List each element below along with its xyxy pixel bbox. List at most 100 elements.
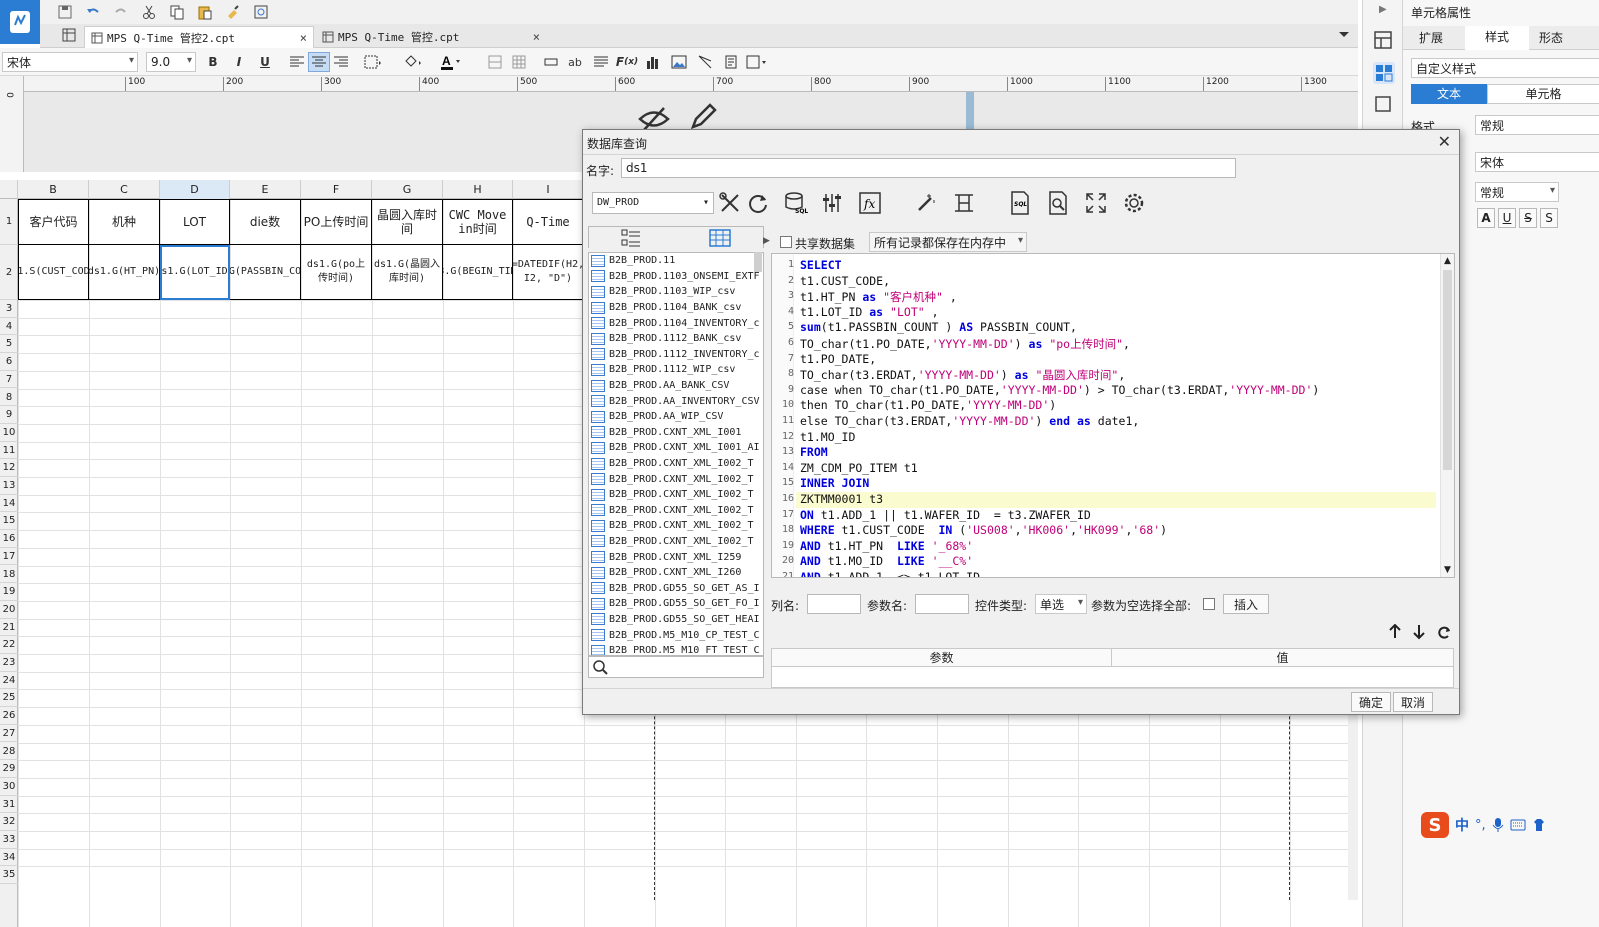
strike-style-button[interactable]: S <box>1519 208 1537 228</box>
align-center-button[interactable] <box>308 52 330 72</box>
table-list-item[interactable]: B2B_PROD.1104_BANK_csv <box>589 300 763 316</box>
ime-skin-icon[interactable] <box>1532 818 1546 832</box>
widget-icon[interactable] <box>1373 94 1393 114</box>
list-button[interactable] <box>590 52 612 72</box>
row-header-cell[interactable]: 17 <box>0 548 18 566</box>
row-header-cell[interactable]: 9 <box>0 406 18 424</box>
param-column-header[interactable]: 参数 <box>772 649 1112 667</box>
row-header-cell[interactable]: 22 <box>0 636 18 654</box>
control-type-select[interactable]: 单选 ▾ <box>1035 594 1087 614</box>
edit-connection-button[interactable] <box>717 190 743 216</box>
share-checkbox[interactable] <box>780 236 792 248</box>
column-header-cell[interactable]: G <box>372 180 443 199</box>
row-header-cell[interactable]: 26 <box>0 707 18 725</box>
table-search[interactable] <box>588 656 764 678</box>
column-header-cell[interactable]: B <box>18 180 89 199</box>
insert-button[interactable]: 插入 <box>1223 594 1269 614</box>
row-header-cell[interactable]: 4 <box>0 318 18 336</box>
grid-view-icon[interactable] <box>62 28 76 42</box>
table-list-item[interactable]: B2B_PROD.CXNT_XML_I002_T <box>589 503 763 519</box>
tab-file-2[interactable]: MPS Q-Time 管控.cpt × <box>316 26 546 48</box>
formula-button[interactable]: F (x) <box>616 52 638 72</box>
bold-button[interactable]: B <box>202 52 224 72</box>
column-header-cell[interactable]: D <box>160 180 230 199</box>
settings-sliders-button[interactable] <box>819 190 845 216</box>
format-select[interactable]: 常规 <box>1475 115 1599 135</box>
sub-report-button[interactable] <box>720 52 742 72</box>
app-logo[interactable] <box>0 0 40 44</box>
connection-select[interactable]: DW_PROD ▾ <box>592 192 714 214</box>
sql-scrollbar[interactable]: ▲ ▼ <box>1440 254 1454 577</box>
font-color-button[interactable]: A <box>440 52 462 72</box>
table-list-item[interactable]: B2B_PROD.M5_M10_CP_TEST_C <box>589 627 763 643</box>
keyboard-icon[interactable] <box>1510 819 1526 831</box>
tab-close-2[interactable]: × <box>533 30 540 44</box>
scroll-down-icon[interactable]: ▼ <box>1444 565 1451 575</box>
table-list-item[interactable]: B2B_PROD.CXNT_XML_I002_T <box>589 456 763 472</box>
name-field[interactable]: ds1 <box>621 158 1236 178</box>
column-header-cell[interactable]: I <box>513 180 584 199</box>
edit-pencil-icon[interactable] <box>688 102 718 132</box>
table-list-item[interactable]: B2B_PROD.1112_BANK_csv <box>589 331 763 347</box>
table-view-icon[interactable] <box>709 228 731 248</box>
list-scroll-thumb[interactable] <box>754 252 762 272</box>
row-header-cell[interactable]: 28 <box>0 743 18 761</box>
header-cell[interactable]: LOT <box>160 199 230 245</box>
tab-close-1[interactable]: × <box>300 31 307 45</box>
table-list-item[interactable]: B2B_PROD.CXNT_XML_I002_T <box>589 487 763 503</box>
column-button[interactable] <box>951 190 977 216</box>
italic-button[interactable]: I <box>228 52 250 72</box>
preview-icon[interactable] <box>250 2 272 22</box>
align-right-button[interactable] <box>330 52 352 72</box>
table-list-item[interactable]: B2B_PROD.CXNT_XML_I002_T <box>589 518 763 534</box>
table-list-item[interactable]: B2B_PROD.1112_WIP_csv <box>589 362 763 378</box>
underline-button[interactable]: U <box>254 52 276 72</box>
row-header-cell[interactable]: 25 <box>0 689 18 708</box>
save-icon[interactable] <box>54 2 76 22</box>
table-list-item[interactable]: B2B_PROD.CXNT_XML_I002_T <box>589 471 763 487</box>
row-header-cell[interactable]: 3 <box>0 300 18 318</box>
cut-icon[interactable] <box>138 2 160 22</box>
function-button[interactable]: fx <box>857 190 883 216</box>
subtab-cell[interactable]: 单元格 <box>1487 84 1599 104</box>
image-button[interactable] <box>668 52 690 72</box>
data-cell[interactable]: ds1.G(晶圆入库时间) <box>372 245 443 300</box>
row-header-cell[interactable]: 33 <box>0 831 18 849</box>
expand-button[interactable] <box>1083 190 1109 216</box>
slash-button[interactable] <box>694 52 716 72</box>
list-view-icon[interactable] <box>621 228 641 248</box>
ok-button[interactable]: 确定 <box>1351 692 1391 712</box>
row-header-cell[interactable]: 13 <box>0 477 18 495</box>
undo-icon[interactable] <box>82 2 104 22</box>
col-name-field[interactable] <box>807 594 861 614</box>
font-select[interactable]: 宋体 <box>1475 152 1599 172</box>
row-header-cell[interactable]: 14 <box>0 495 18 513</box>
style-select[interactable]: 自定义样式 <box>1411 58 1599 78</box>
column-header-cell[interactable]: E <box>230 180 301 199</box>
row-header-cell[interactable]: 16 <box>0 530 18 548</box>
empty-select-checkbox[interactable] <box>1203 598 1215 610</box>
table-list-item[interactable]: B2B_PROD.M5_M10_FT_TEST_C <box>589 643 763 655</box>
align-left-button[interactable] <box>286 52 308 72</box>
select-all-corner[interactable] <box>0 180 18 199</box>
header-cell[interactable]: Q-Time <box>513 199 584 245</box>
row-header-cell[interactable]: 19 <box>0 583 18 601</box>
arrow-up-icon[interactable] <box>1389 624 1401 640</box>
ime-lang[interactable]: 中 <box>1455 815 1469 835</box>
row-header-cell[interactable]: 24 <box>0 672 18 690</box>
data-cell[interactable]: ds1.G(HT_PN) <box>89 245 160 300</box>
frame-button[interactable] <box>746 52 768 72</box>
data-cell[interactable]: ds1.S(CUST_CODE) <box>18 245 89 300</box>
merge-button[interactable] <box>484 52 506 72</box>
row-header-cell[interactable]: 2 <box>0 245 18 300</box>
data-cell[interactable]: ds3.G(BEGIN_TIME) <box>443 245 513 300</box>
row-header-cell[interactable]: 1 <box>0 199 18 245</box>
header-cell[interactable]: die数 <box>230 199 301 245</box>
row-header-cell[interactable]: 11 <box>0 442 18 460</box>
tab-form[interactable]: 形态 <box>1539 29 1563 46</box>
magic-button[interactable] <box>913 190 939 216</box>
row-header-cell[interactable]: 21 <box>0 619 18 637</box>
table-list-item[interactable]: B2B_PROD.AA_BANK_CSV <box>589 378 763 394</box>
split-button[interactable] <box>508 52 530 72</box>
table-list-item[interactable]: B2B_PROD.GD55_SO_GET_AS_I <box>589 580 763 596</box>
